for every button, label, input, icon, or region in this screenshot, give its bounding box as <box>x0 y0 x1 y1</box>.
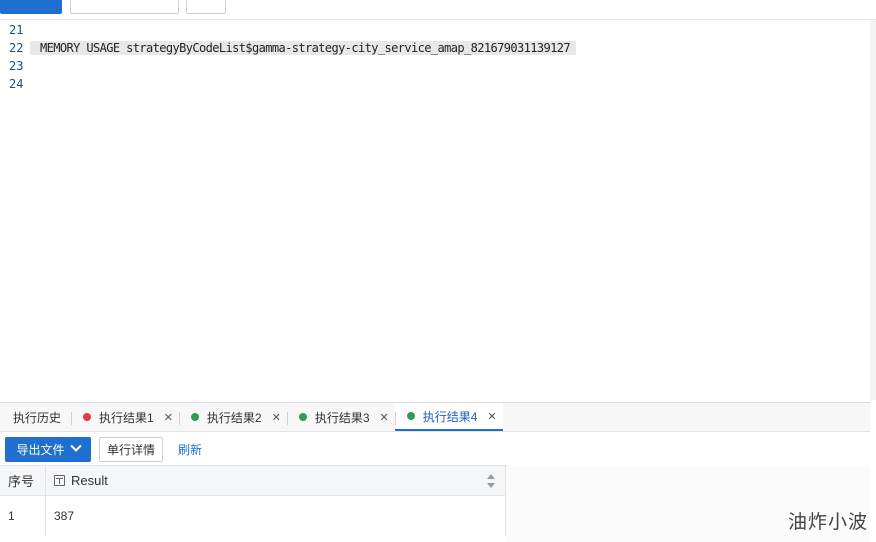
tab-result-3[interactable]: 执行结果3 ✕ <box>286 403 395 431</box>
close-icon[interactable]: ✕ <box>272 411 281 424</box>
editor-line: 21 <box>0 21 46 39</box>
close-icon[interactable]: ✕ <box>164 411 173 424</box>
result-cell[interactable]: 387 <box>46 496 506 536</box>
line-number: 21 <box>9 23 24 37</box>
tab-result-4[interactable]: 执行结果4 ✕ <box>394 403 503 431</box>
line-number: 24 <box>9 77 24 91</box>
result-grid: 序号 Result 1 387 <box>0 465 506 542</box>
row-detail-button[interactable]: 单行详情 <box>99 436 163 462</box>
column-header-result[interactable]: Result <box>46 466 506 495</box>
close-icon[interactable]: ✕ <box>487 410 496 423</box>
watermark-text: 油炸小波 <box>787 511 868 533</box>
close-icon[interactable]: ✕ <box>380 411 389 424</box>
tab-result-2[interactable]: 执行结果2 ✕ <box>178 403 287 431</box>
text-type-icon <box>54 475 65 486</box>
success-status-icon <box>298 413 307 421</box>
tab-label: 执行结果2 <box>206 410 262 425</box>
line-number: 23 <box>9 59 24 73</box>
tab-label: 执行结果1 <box>99 410 154 425</box>
table-row[interactable]: 1 387 <box>0 496 506 536</box>
result-tab-bar: 执行历史 执行结果1 ✕ 执行结果2 ✕ 执行结果3 ✕ 执行结果4 ✕ <box>0 402 870 432</box>
export-file-label: 导出文件 <box>16 442 65 457</box>
tab-result-1[interactable]: 执行结果1 ✕ <box>71 403 179 431</box>
toolbar-small-button[interactable] <box>186 0 226 14</box>
export-file-button[interactable]: 导出文件 <box>5 436 91 462</box>
editor-line: 24 <box>0 75 46 93</box>
column-header-index[interactable]: 序号 <box>0 466 46 495</box>
row-index-cell: 1 <box>0 496 46 536</box>
tab-history[interactable]: 执行历史 <box>0 403 71 431</box>
row-detail-label: 单行详情 <box>106 442 155 457</box>
error-status-icon <box>83 413 92 421</box>
run-button[interactable] <box>0 0 62 14</box>
refresh-link[interactable]: 刷新 <box>178 441 202 458</box>
grid-header: 序号 Result <box>0 466 506 496</box>
tab-label: 执行历史 <box>13 410 62 425</box>
line-number: 22 <box>9 41 24 55</box>
top-toolbar <box>0 0 876 20</box>
result-toolbar: 导出文件 单行详情 刷新 <box>0 436 870 462</box>
success-status-icon <box>406 412 415 420</box>
database-select[interactable] <box>70 0 179 14</box>
sql-editor[interactable]: 21 22 MEMORY USAGE strategyByCodeList$ga… <box>0 20 870 400</box>
tab-label: 执行结果3 <box>314 410 370 425</box>
editor-line: 22 MEMORY USAGE strategyByCodeList$gamma… <box>0 39 576 57</box>
chevron-down-icon <box>69 440 82 452</box>
column-header-label: Result <box>71 473 108 488</box>
tab-label: 执行结果4 <box>422 409 478 424</box>
sort-icon[interactable] <box>487 474 495 488</box>
success-status-icon <box>190 413 199 421</box>
line-code[interactable]: MEMORY USAGE strategyByCodeList$gamma-st… <box>30 41 576 55</box>
editor-scrollbar[interactable] <box>870 20 876 400</box>
editor-line: 23 <box>0 57 46 75</box>
